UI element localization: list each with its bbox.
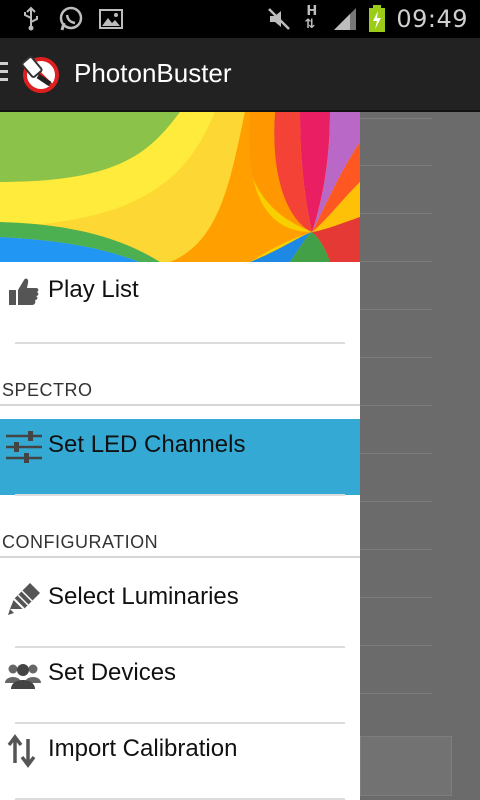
battery-charging-icon <box>369 5 386 32</box>
hspa-data-icon: H ⇅ <box>304 4 318 32</box>
section-divider <box>0 556 360 558</box>
signal-icon <box>334 8 357 30</box>
mute-icon <box>268 8 291 30</box>
dimmed-divider <box>360 597 432 598</box>
usb-icon <box>24 6 38 31</box>
dimmed-divider <box>360 261 432 262</box>
dimmed-divider <box>360 213 432 214</box>
thumbs-up-icon <box>9 278 39 305</box>
transfer-icon <box>7 734 36 768</box>
dimmed-divider <box>360 693 432 694</box>
dimmed-divider <box>360 501 432 502</box>
section-label: SPECTRO <box>2 380 93 400</box>
drawer-item-label: Import Calibration <box>48 735 238 762</box>
sliders-icon <box>6 431 42 463</box>
drawer-item-label: Select Luminaries <box>48 583 239 610</box>
dimmed-divider <box>360 405 432 406</box>
drawer-item-select-luminaries[interactable]: Select Luminaries <box>0 571 360 647</box>
dimmed-divider <box>360 118 432 119</box>
dimmed-content[interactable] <box>360 112 480 800</box>
drawer-toggle-icon[interactable] <box>0 62 8 86</box>
users-icon <box>5 664 41 689</box>
dimmed-divider <box>360 165 432 166</box>
dimmed-divider <box>360 357 432 358</box>
section-header-spectro: SPECTRO <box>0 372 360 406</box>
status-bar: H ⇅ 09:49 <box>0 0 480 38</box>
dimmed-divider <box>360 549 432 550</box>
pencil-icon <box>8 583 40 615</box>
section-header-configuration: CONFIGURATION <box>0 524 360 558</box>
clock: 09:49 <box>396 5 468 33</box>
section-divider <box>0 404 360 406</box>
drawer-item-import-calibration[interactable]: Import Calibration <box>0 723 360 799</box>
item-divider <box>15 342 345 344</box>
rainbow-swirl-banner <box>0 112 360 262</box>
image-icon <box>99 9 123 29</box>
drawer-item-play-list[interactable]: Play List <box>0 264 360 340</box>
dimmed-button <box>360 736 452 796</box>
dimmed-divider <box>360 309 432 310</box>
dimmed-divider <box>360 645 432 646</box>
action-bar: PhotonBuster <box>0 38 480 112</box>
whatsapp-icon <box>59 6 83 31</box>
drawer-item-label: Set LED Channels <box>48 431 246 458</box>
section-label: CONFIGURATION <box>2 532 159 552</box>
app-logo[interactable] <box>20 54 62 94</box>
navigation-drawer: Play List SPECTRO Set LED Channels CONFI… <box>0 112 360 800</box>
app-title: PhotonBuster <box>74 58 232 88</box>
drawer-item-label: Set Devices <box>48 659 177 686</box>
drawer-item-set-devices[interactable]: Set Devices <box>0 647 360 723</box>
drawer-item-label: Play List <box>48 276 139 303</box>
dimmed-divider <box>360 453 432 454</box>
drawer-item-set-led-channels[interactable]: Set LED Channels <box>0 419 360 495</box>
item-divider <box>15 494 345 496</box>
